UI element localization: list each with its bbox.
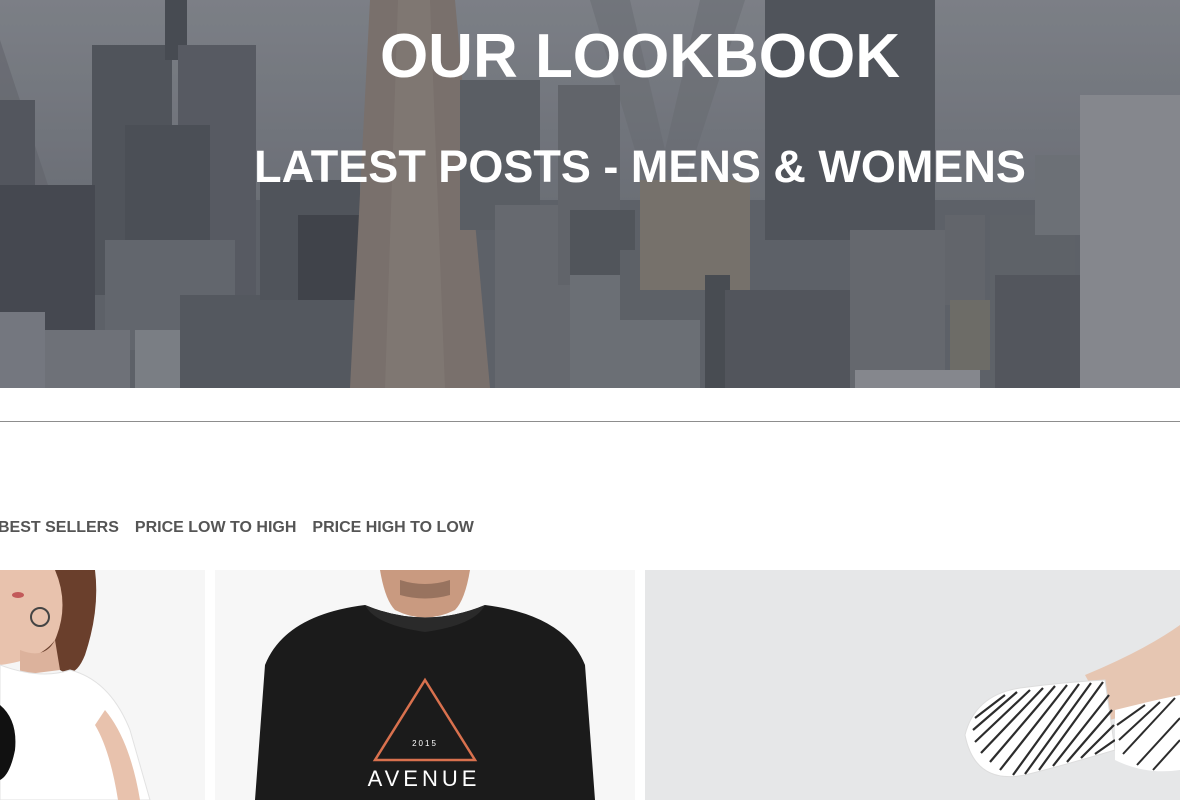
man-black-tshirt-image: 2015 AVENUE xyxy=(255,570,595,800)
sort-price-low-to-high[interactable]: PRICE LOW TO HIGH xyxy=(135,519,296,537)
sort-best-sellers[interactable]: BEST SELLERS xyxy=(0,519,119,537)
woman-white-tshirt-image xyxy=(0,570,151,800)
hero-title: OUR LOOKBOOK xyxy=(379,22,901,91)
print-year-label: 2015 xyxy=(412,739,438,748)
hero-subtitle: LATEST POSTS - MENS & WOMENS xyxy=(254,141,1026,192)
sort-price-high-to-low[interactable]: PRICE HIGH TO LOW xyxy=(312,519,473,537)
product-card[interactable] xyxy=(0,570,205,800)
section-divider xyxy=(0,421,1180,422)
striped-shirt-image xyxy=(964,625,1180,778)
product-card[interactable]: 2015 AVENUE xyxy=(215,570,635,800)
product-card[interactable] xyxy=(645,570,1180,800)
hero-banner: OUR LOOKBOOK LATEST POSTS - MENS & WOMEN… xyxy=(0,0,1180,388)
print-brand-label: AVENUE xyxy=(368,766,481,791)
sort-filter-bar: BEST SELLERS PRICE LOW TO HIGH PRICE HIG… xyxy=(0,517,490,539)
